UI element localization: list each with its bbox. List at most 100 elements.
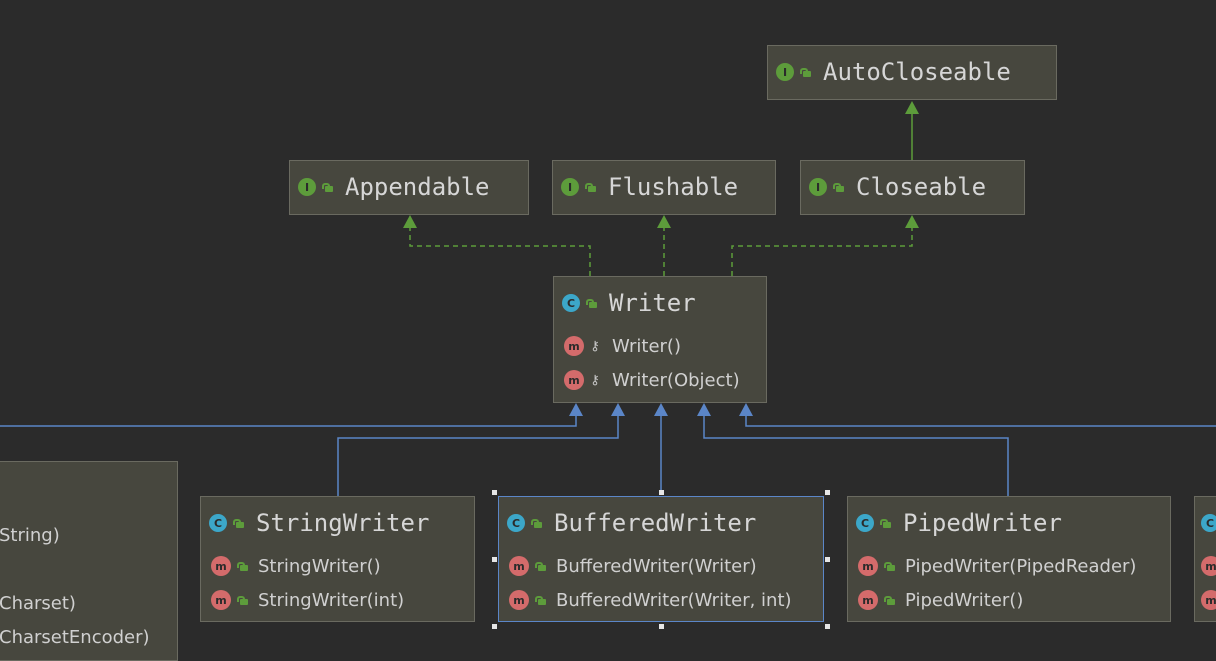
class-icon: C — [1201, 514, 1216, 532]
public-lock-icon — [884, 561, 895, 571]
node-header: I Flushable — [553, 161, 775, 213]
member-list: m BufferedWriter(Writer) m BufferedWrite… — [499, 549, 823, 619]
resize-handle-bottom-right[interactable] — [825, 624, 830, 629]
class-partial-left[interactable]: String) Charset) CharsetEncoder) — [0, 461, 178, 661]
member-signature: String) — [0, 524, 60, 546]
method-icon: m — [858, 590, 878, 610]
node-header: I AutoCloseable — [768, 46, 1056, 98]
public-lock-icon — [531, 518, 542, 528]
node-header: I Appendable — [290, 161, 528, 213]
member-signature: BufferedWriter(Writer) — [556, 555, 757, 577]
member-signature: Charset) — [0, 592, 76, 614]
member-list: m StringWriter() m StringWriter(int) — [201, 549, 474, 619]
resize-handle-bottom-left[interactable] — [492, 624, 497, 629]
arrow-appendable — [403, 215, 417, 228]
edge-writer-closeable — [731, 226, 913, 276]
public-lock-icon — [884, 595, 895, 605]
member-row[interactable]: m BufferedWriter(Writer) — [499, 549, 823, 583]
method-icon: m — [1201, 590, 1216, 610]
public-lock-icon — [586, 298, 597, 308]
class-stringwriter[interactable]: C StringWriter m StringWriter() m String… — [200, 496, 475, 622]
node-header: C Writer — [554, 277, 766, 329]
member-row: CharsetEncoder) — [0, 620, 150, 654]
method-icon: m — [509, 590, 529, 610]
resize-handle-top-right[interactable] — [825, 490, 830, 495]
arrow-4 — [697, 403, 711, 416]
class-bufferedwriter[interactable]: C BufferedWriter m BufferedWriter(Writer… — [498, 496, 824, 622]
class-pipedwriter[interactable]: C PipedWriter m PipedWriter(PipedReader)… — [847, 496, 1171, 622]
interface-name: Closeable — [856, 173, 987, 201]
arrow-3 — [654, 403, 668, 416]
member-row[interactable]: m ⚷ Writer(Object) — [554, 363, 766, 397]
public-lock-icon — [535, 561, 546, 571]
method-icon: m — [564, 336, 584, 356]
public-lock-icon — [585, 182, 596, 192]
interface-appendable[interactable]: I Appendable — [289, 160, 529, 215]
member-signature: PipedWriter() — [905, 589, 1024, 611]
interface-name: Appendable — [345, 173, 490, 201]
interface-autocloseable[interactable]: I AutoCloseable — [767, 45, 1057, 100]
public-lock-icon — [535, 595, 546, 605]
member-row[interactable]: m BufferedWriter(Writer, int) — [499, 583, 823, 617]
interface-flushable[interactable]: I Flushable — [552, 160, 776, 215]
public-lock-icon — [322, 182, 333, 192]
method-icon: m — [211, 590, 231, 610]
class-name: StringWriter — [256, 509, 430, 537]
member-row: String) — [0, 518, 60, 552]
arrow-1 — [569, 403, 583, 416]
class-partial-right[interactable]: C m m — [1194, 496, 1216, 622]
member-row[interactable]: m PipedWriter() — [848, 583, 1170, 617]
member-row[interactable]: m StringWriter() — [201, 549, 474, 583]
method-icon: m — [509, 556, 529, 576]
resize-handle-middle-left[interactable] — [492, 557, 497, 562]
interface-icon: I — [809, 178, 827, 196]
node-header: C BufferedWriter — [499, 497, 823, 549]
interface-name: Flushable — [608, 173, 739, 201]
interface-icon: I — [298, 178, 316, 196]
class-writer[interactable]: C Writer m ⚷ Writer() m ⚷ Writer(Object) — [553, 276, 767, 403]
interface-name: AutoCloseable — [823, 58, 1011, 86]
public-lock-icon — [237, 561, 248, 571]
public-lock-icon — [233, 518, 244, 528]
resize-handle-top-center[interactable] — [659, 490, 664, 495]
member-list: m ⚷ Writer() m ⚷ Writer(Object) — [554, 329, 766, 399]
member-row: m — [1195, 583, 1216, 617]
member-row[interactable]: m ⚷ Writer() — [554, 329, 766, 363]
method-icon: m — [211, 556, 231, 576]
class-icon: C — [209, 514, 227, 532]
edge-right-writer — [745, 413, 1216, 427]
interface-icon: I — [776, 63, 794, 81]
public-lock-icon — [800, 67, 811, 77]
method-icon: m — [564, 370, 584, 390]
arrow-5 — [739, 403, 753, 416]
arrow-closeable — [905, 215, 919, 228]
interface-closeable[interactable]: I Closeable — [800, 160, 1025, 215]
resize-handle-middle-right[interactable] — [825, 557, 830, 562]
arrow-2 — [611, 403, 625, 416]
protected-key-icon: ⚷ — [590, 338, 600, 354]
member-row: Charset) — [0, 586, 76, 620]
resize-handle-top-left[interactable] — [492, 490, 497, 495]
abstract-class-icon: C — [562, 294, 580, 312]
member-row[interactable]: m StringWriter(int) — [201, 583, 474, 617]
resize-handle-bottom-center[interactable] — [659, 624, 664, 629]
edge-left-writer — [0, 413, 577, 427]
member-signature: StringWriter() — [258, 555, 381, 577]
member-signature: StringWriter(int) — [258, 589, 405, 611]
class-icon: C — [507, 514, 525, 532]
member-row: m — [1195, 549, 1216, 583]
interface-icon: I — [561, 178, 579, 196]
method-icon: m — [1201, 556, 1216, 576]
node-header: C PipedWriter — [848, 497, 1170, 549]
public-lock-icon — [880, 518, 891, 528]
member-signature: CharsetEncoder) — [0, 626, 150, 648]
member-signature: Writer() — [612, 335, 681, 357]
protected-key-icon: ⚷ — [590, 372, 600, 388]
class-icon: C — [856, 514, 874, 532]
member-list: m m — [1195, 549, 1216, 619]
arrow-flushable — [657, 215, 671, 228]
class-name: BufferedWriter — [554, 509, 757, 537]
node-header: I Closeable — [801, 161, 1024, 213]
public-lock-icon — [237, 595, 248, 605]
member-row[interactable]: m PipedWriter(PipedReader) — [848, 549, 1170, 583]
